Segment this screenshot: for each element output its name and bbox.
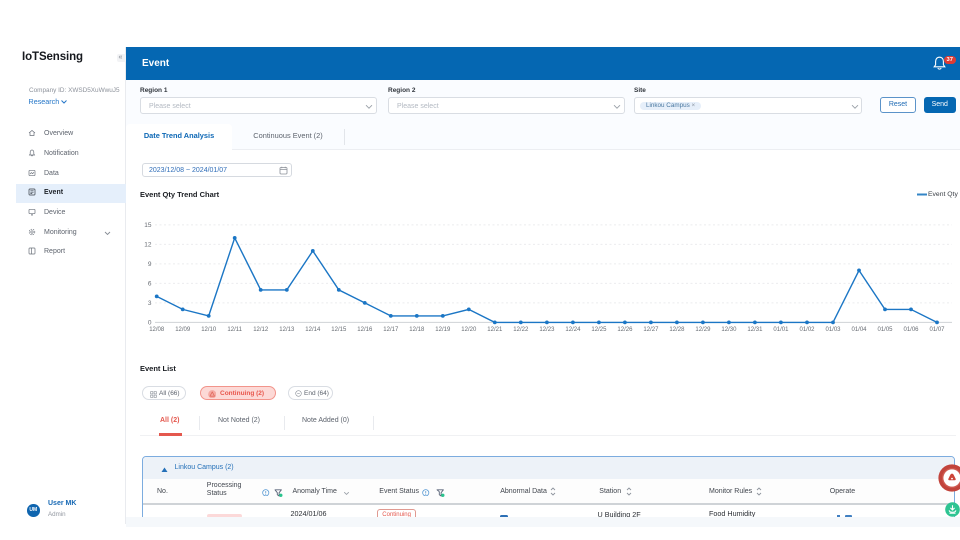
svg-text:12/12: 12/12 bbox=[253, 327, 269, 333]
svg-text:01/06: 01/06 bbox=[903, 327, 919, 333]
svg-text:12/23: 12/23 bbox=[539, 327, 555, 333]
svg-text:12/13: 12/13 bbox=[279, 327, 295, 333]
svg-text:01/07: 01/07 bbox=[929, 327, 945, 333]
svg-text:15: 15 bbox=[144, 222, 152, 229]
svg-text:12/17: 12/17 bbox=[383, 327, 399, 333]
svg-text:12/27: 12/27 bbox=[643, 327, 659, 333]
svg-text:12/20: 12/20 bbox=[461, 327, 477, 333]
svg-text:12/28: 12/28 bbox=[669, 327, 685, 333]
svg-text:0: 0 bbox=[148, 320, 152, 327]
svg-text:12/21: 12/21 bbox=[487, 327, 503, 333]
svg-text:12/19: 12/19 bbox=[435, 327, 451, 333]
svg-text:12/14: 12/14 bbox=[305, 327, 321, 333]
svg-text:12/10: 12/10 bbox=[201, 327, 217, 333]
svg-text:01/04: 01/04 bbox=[851, 327, 867, 333]
svg-text:12/31: 12/31 bbox=[747, 327, 763, 333]
svg-text:12: 12 bbox=[144, 242, 152, 249]
svg-text:01/05: 01/05 bbox=[877, 327, 893, 333]
svg-text:12/16: 12/16 bbox=[357, 327, 373, 333]
svg-text:6: 6 bbox=[148, 281, 152, 288]
svg-text:12/11: 12/11 bbox=[227, 327, 242, 333]
svg-text:12/25: 12/25 bbox=[591, 327, 607, 333]
svg-text:3: 3 bbox=[148, 300, 152, 307]
svg-text:12/26: 12/26 bbox=[617, 327, 633, 333]
svg-text:12/24: 12/24 bbox=[565, 327, 581, 333]
svg-text:12/09: 12/09 bbox=[175, 327, 191, 333]
svg-text:12/15: 12/15 bbox=[331, 327, 347, 333]
svg-text:9: 9 bbox=[148, 261, 152, 268]
svg-text:12/29: 12/29 bbox=[695, 327, 711, 333]
svg-text:12/22: 12/22 bbox=[513, 327, 529, 333]
svg-text:12/18: 12/18 bbox=[409, 327, 425, 333]
svg-text:01/03: 01/03 bbox=[825, 327, 841, 333]
svg-text:01/02: 01/02 bbox=[799, 327, 815, 333]
svg-text:12/08: 12/08 bbox=[149, 327, 165, 333]
svg-text:12/30: 12/30 bbox=[721, 327, 737, 333]
svg-text:01/01: 01/01 bbox=[773, 327, 789, 333]
